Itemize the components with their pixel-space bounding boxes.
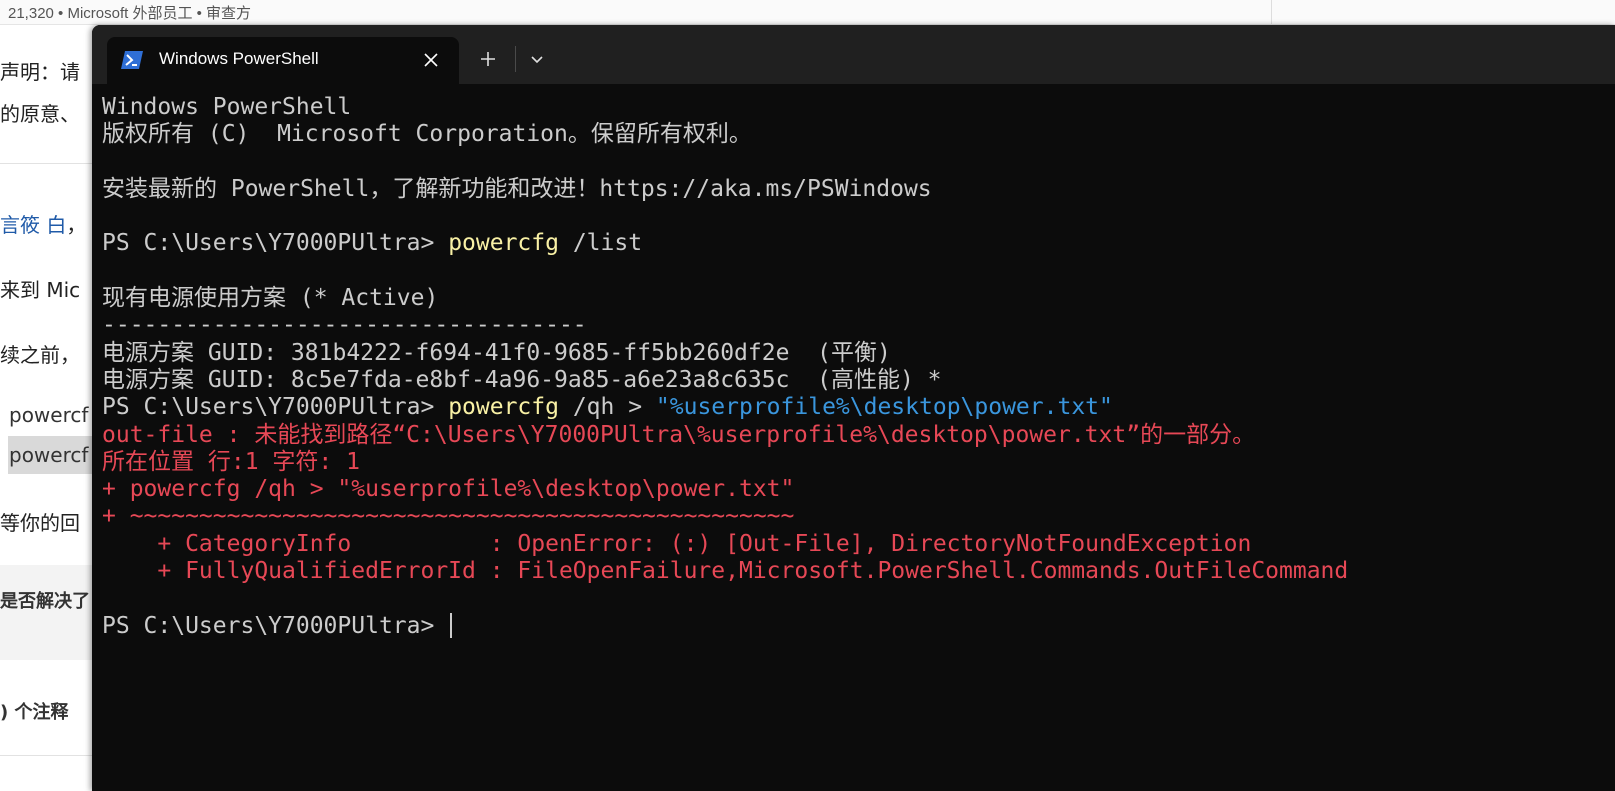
console-line: 现有电源使用方案 (* Active) [102,285,439,312]
console-line: Windows PowerShell [102,94,352,120]
console-line: 电源方案 GUID: 8c5e7fda-e8bf-4a96-9a85-a6e23… [102,366,942,393]
disclaimer-text-2: 的原意、 [0,102,80,126]
command-name: powercfg [448,230,559,257]
title-bar[interactable]: Windows PowerShell [92,25,1615,84]
divider [0,755,100,756]
code-line-selected[interactable]: powercf [8,436,99,474]
powershell-icon [121,51,143,69]
error-line: + FullyQualifiedErrorId : FileOpenFailur… [102,558,1349,585]
code-line[interactable]: powercf [8,396,99,434]
tab-windows-powershell[interactable]: Windows PowerShell [107,37,459,84]
prompt-line: PS C:\Users\Y7000PUltra> powercfg /qh > … [102,394,1602,421]
close-icon[interactable] [418,47,444,73]
error-line: 所在位置 行:1 字符: 1 [102,448,360,475]
command-name: powercfg [448,394,559,421]
helpful-box: 是否解决了 [0,565,100,660]
tab-title: Windows PowerShell [159,49,319,68]
body-text-2: 续之前， [0,343,80,367]
comments-count[interactable]: ) 个注释 [0,698,69,724]
tab-separator [515,46,516,72]
command-string-arg: "%userprofile%\desktop\power.txt" [655,394,1113,421]
post-meta-bar: 21,320 • Microsoft 外部员工 • 审查方 [0,0,1615,25]
command-args: /list [558,230,643,257]
disclaimer-text: 声明：请 [0,60,80,84]
command-args: /qh > [558,394,656,421]
terminal-window[interactable]: Windows PowerShell Windows PowerShell 版权所… [92,25,1615,791]
prompt: PS C:\Users\Y7000PUltra> [102,230,449,257]
author-link-2[interactable]: 白 [46,213,66,237]
prompt: PS C:\Users\Y7000PUltra> [102,394,449,421]
console-line: 版权所有 (C) Microsoft Corporation。保留所有权利。 [102,121,752,148]
punctuation: ， [66,213,87,237]
prompt: PS C:\Users\Y7000PUltra> [102,612,449,639]
divider [0,163,100,164]
text-cursor [450,612,453,638]
chevron-down-icon[interactable] [520,42,554,76]
console-line: ----------------------------------- [102,312,587,339]
error-line: + ~~~~~~~~~~~~~~~~~~~~~~~~~~~~~~~~~~~~~~… [102,503,795,530]
author-link[interactable]: 言筱 [0,213,40,237]
author-meta: 21,320 • Microsoft 外部员工 • 审查方 [8,5,252,22]
body-text: 来到 Mic [0,278,81,302]
prompt-line: PS C:\Users\Y7000PUltra> powercfg /list [102,230,1602,257]
console-line: 电源方案 GUID: 381b4222-f694-41f0-9685-ff5bb… [102,339,891,366]
reply-author-line: 言筱 白， [0,209,86,238]
error-line: out-file : 未能找到路径“C:\Users\Y7000PUltra\%… [102,421,1256,448]
prompt-line[interactable]: PS C:\Users\Y7000PUltra> [102,612,1602,640]
body-text-3: 等你的回 [0,511,80,535]
error-line: + powercfg /qh > "%userprofile%\desktop\… [102,476,795,503]
console-line: 安装最新的 PowerShell，了解新功能和改进！https://aka.ms… [102,175,932,202]
plus-icon[interactable] [470,42,506,76]
resolved-question: 是否解决了 [0,591,90,612]
divider [1271,0,1272,24]
console-output[interactable]: Windows PowerShell 版权所有 (C) Microsoft Cor… [102,94,1602,640]
error-line: + CategoryInfo : OpenError: (:) [Out-Fil… [102,530,1252,557]
